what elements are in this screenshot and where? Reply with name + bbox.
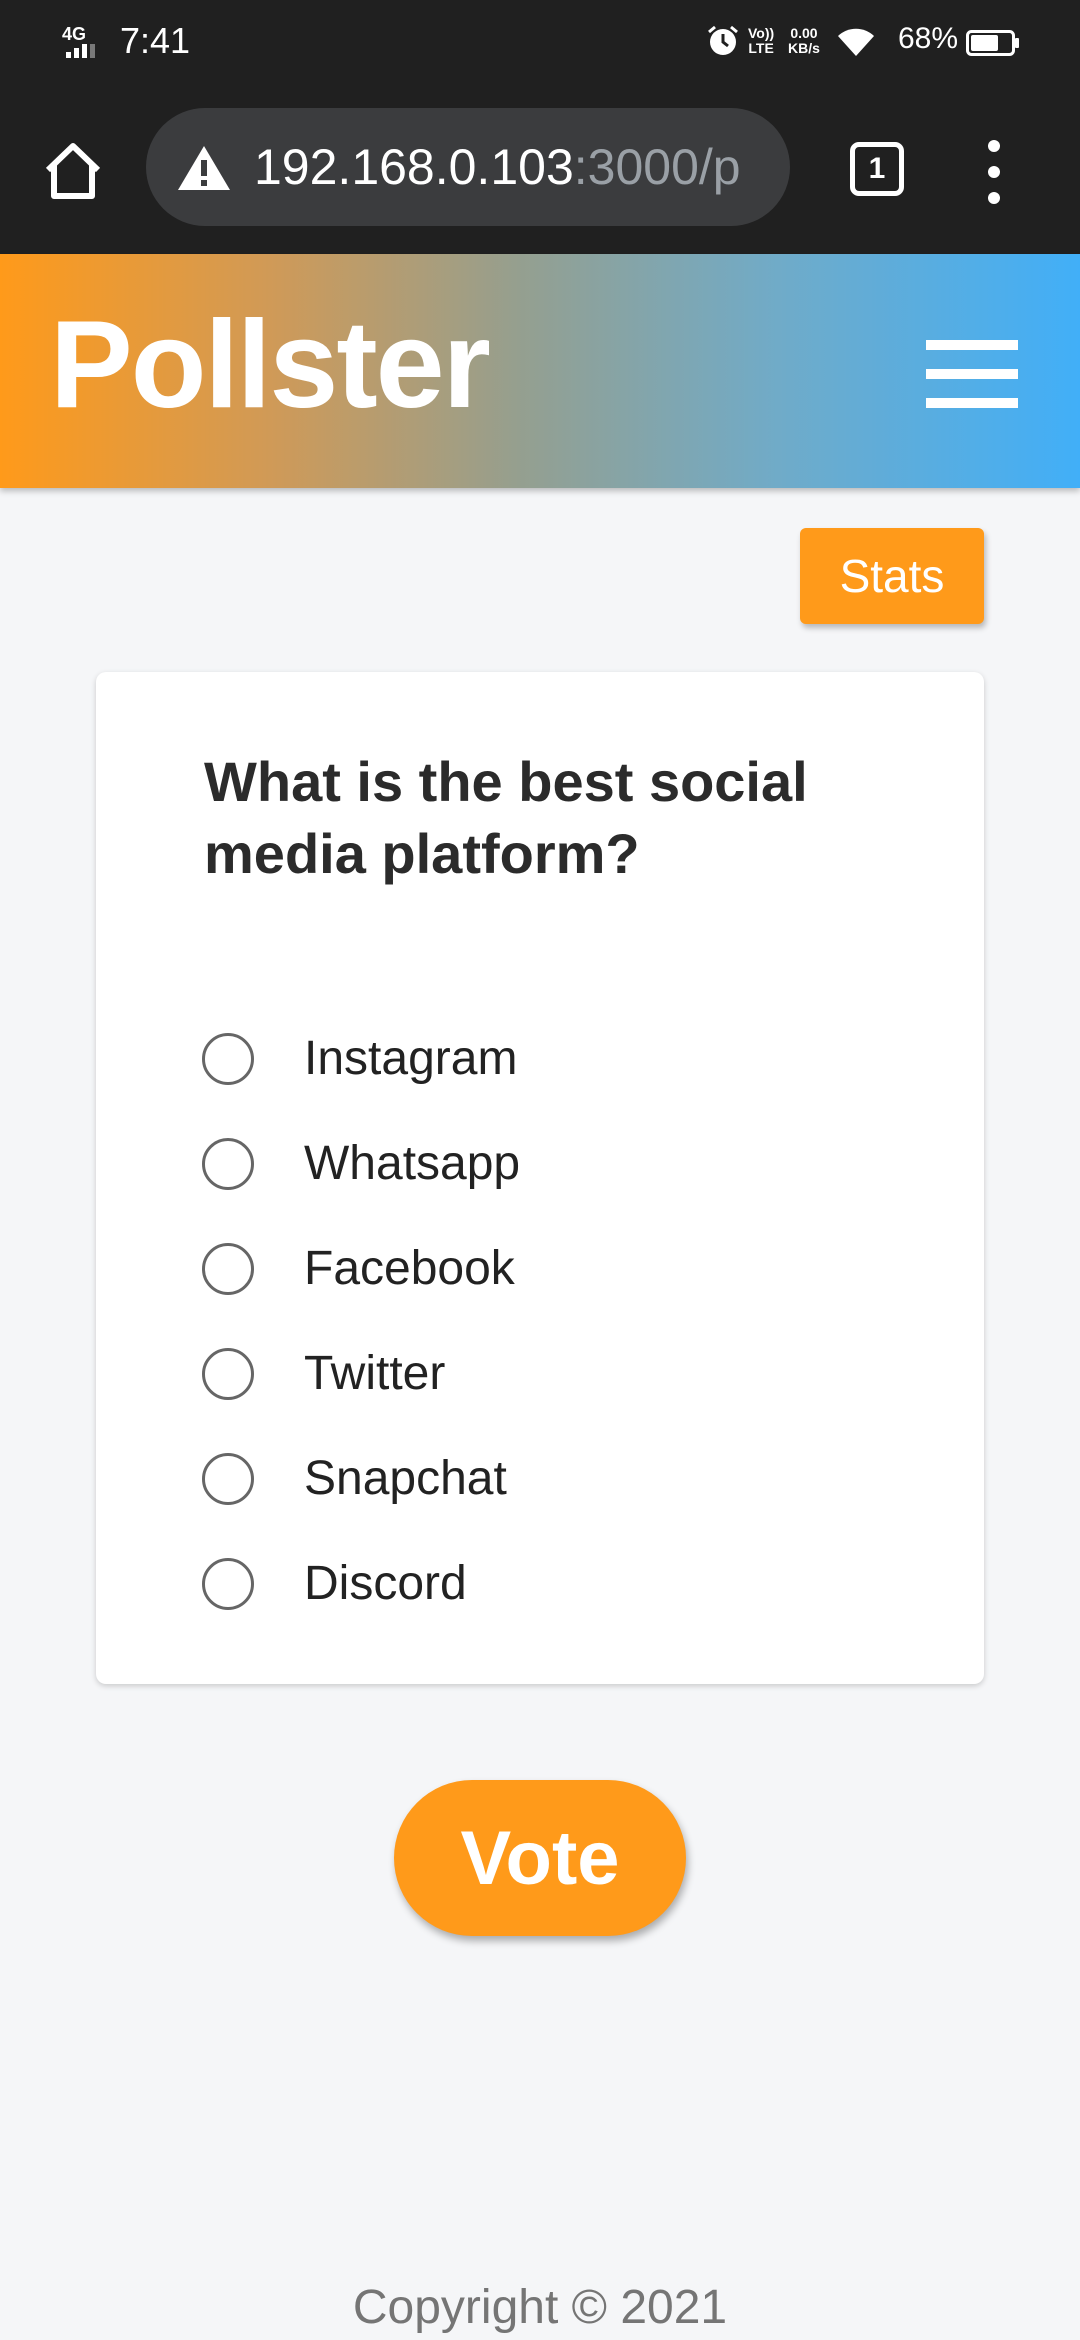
radio-button[interactable] xyxy=(202,1347,254,1400)
status-bar: 4G 7:41 Vo)) LTE 0.00 KB/s 68% xyxy=(0,0,1080,86)
browser-toolbar: 192.168.0.103:3000/p 1 xyxy=(0,86,1080,254)
poll-option-snapchat[interactable]: Snapchat xyxy=(202,1426,902,1531)
radio-button[interactable] xyxy=(202,1452,254,1505)
poll-options: Instagram Whatsapp Facebook Twitter Snap… xyxy=(202,1006,902,1636)
poll-option-discord[interactable]: Discord xyxy=(202,1531,902,1636)
option-label: Snapchat xyxy=(304,1452,507,1505)
brand-logo[interactable]: Pollster xyxy=(50,294,491,436)
network-speed: 0.00 KB/s xyxy=(788,25,820,56)
wifi-icon xyxy=(838,28,874,56)
radio-button[interactable] xyxy=(202,1557,254,1610)
option-label: Instagram xyxy=(304,1032,518,1085)
poll-option-instagram[interactable]: Instagram xyxy=(202,1006,902,1111)
poll-option-facebook[interactable]: Facebook xyxy=(202,1216,902,1321)
url-path: :3000/p xyxy=(573,139,741,195)
battery-percent: 68% xyxy=(898,22,959,55)
alarm-icon xyxy=(708,25,738,55)
option-label: Twitter xyxy=(304,1347,446,1400)
clock: 7:41 xyxy=(120,20,191,61)
poll-question: What is the best social media platform? xyxy=(204,750,808,885)
tab-switcher-button[interactable]: 1 xyxy=(850,142,904,196)
battery-icon xyxy=(966,30,1019,56)
volte-indicator: Vo)) LTE xyxy=(748,25,775,56)
footer-copyright: Copyright © 2021 xyxy=(352,2281,728,2334)
radio-button[interactable] xyxy=(202,1242,254,1295)
app-header: Pollster xyxy=(0,254,1080,488)
overflow-menu-icon[interactable] xyxy=(978,140,1014,204)
option-label: Whatsapp xyxy=(304,1137,521,1190)
poll-option-twitter[interactable]: Twitter xyxy=(202,1321,902,1426)
radio-button[interactable] xyxy=(202,1137,254,1190)
address-bar[interactable]: 192.168.0.103:3000/p xyxy=(146,108,790,226)
hamburger-menu-icon[interactable] xyxy=(926,340,1018,408)
poll-card: What is the best social media platform? … xyxy=(96,672,984,1684)
option-label: Facebook xyxy=(304,1242,515,1295)
radio-button[interactable] xyxy=(202,1032,254,1085)
not-secure-warning-icon[interactable] xyxy=(176,144,232,192)
poll-option-whatsapp[interactable]: Whatsapp xyxy=(202,1111,902,1216)
option-label: Discord xyxy=(304,1557,467,1610)
url-text[interactable]: 192.168.0.103:3000/p xyxy=(254,138,741,196)
home-icon[interactable] xyxy=(40,138,106,204)
network-type: 4G xyxy=(62,24,87,44)
vote-button[interactable]: Vote xyxy=(394,1780,686,1936)
url-host: 192.168.0.103 xyxy=(254,139,574,195)
cellular-signal-icon: 4G xyxy=(62,24,108,58)
stats-button[interactable]: Stats xyxy=(800,528,984,624)
